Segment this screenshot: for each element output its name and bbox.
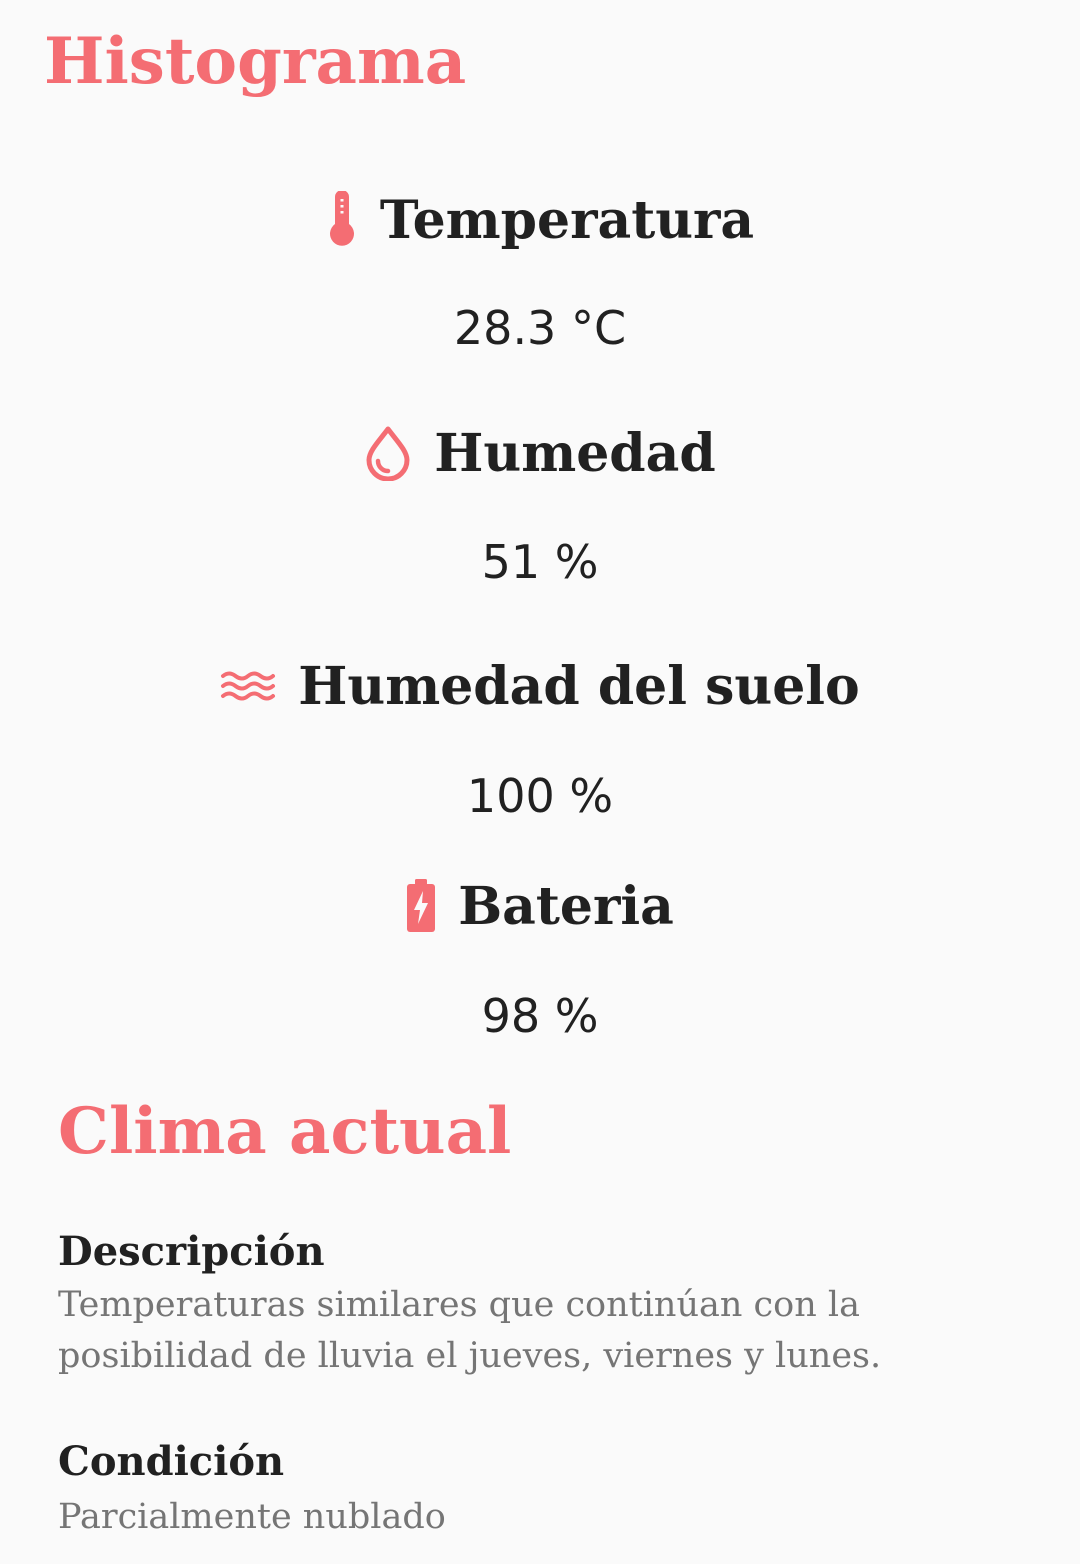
water-drop-icon — [364, 425, 412, 481]
battery-charging-icon — [406, 878, 436, 934]
current-weather-title: Clima actual — [58, 1094, 512, 1169]
description-text: Temperaturas similares que continúan con… — [58, 1285, 882, 1376]
condition-text: Parcialmente nublado — [58, 1497, 446, 1537]
temperature-value: 28.3 °C — [453, 301, 627, 355]
soil-moisture-heading: Humedad del suelo — [0, 651, 1080, 721]
temperature-heading: Temperatura — [0, 185, 1080, 255]
soil-moisture-value: 100 % — [466, 769, 614, 823]
waves-icon — [220, 668, 276, 704]
histogram-title: Histograma — [44, 24, 467, 99]
thermometer-icon — [326, 191, 358, 249]
humidity-heading: Humedad — [0, 418, 1080, 488]
battery-heading: Bateria — [0, 871, 1080, 941]
soil-moisture-label: Humedad del suelo — [298, 655, 860, 717]
description-label: Descripción — [58, 1228, 325, 1275]
humidity-label: Humedad — [434, 422, 716, 484]
battery-label: Bateria — [458, 875, 674, 937]
battery-value: 98 % — [481, 989, 599, 1043]
temperature-label: Temperatura — [379, 189, 755, 251]
condition-label: Condición — [58, 1438, 285, 1485]
humidity-value: 51 % — [481, 535, 599, 589]
